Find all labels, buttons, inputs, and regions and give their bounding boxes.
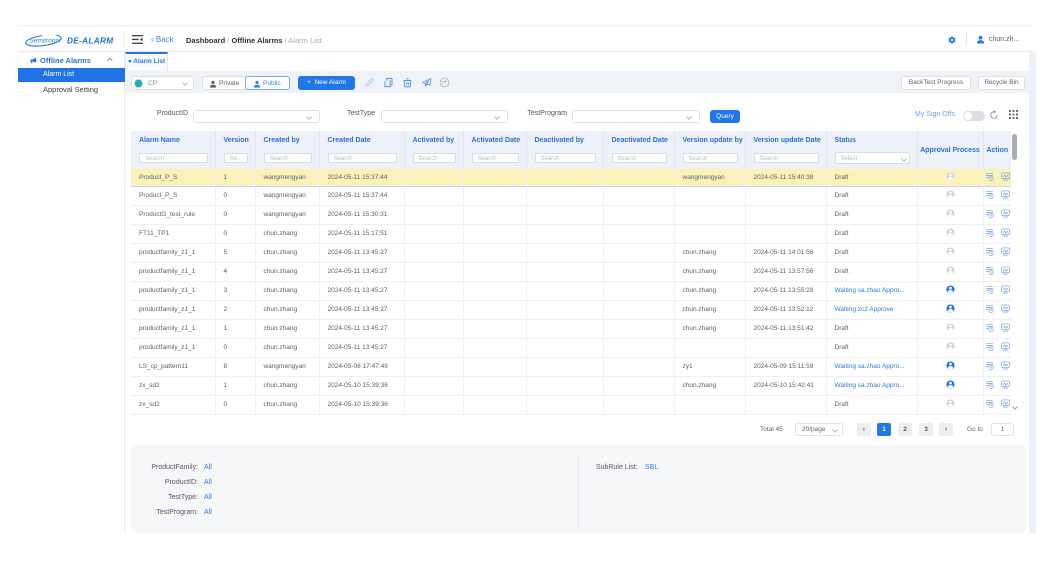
svg-text:Semitronix: Semitronix [30, 38, 61, 45]
svg-text:DE-ALARM: DE-ALARM [67, 37, 114, 46]
